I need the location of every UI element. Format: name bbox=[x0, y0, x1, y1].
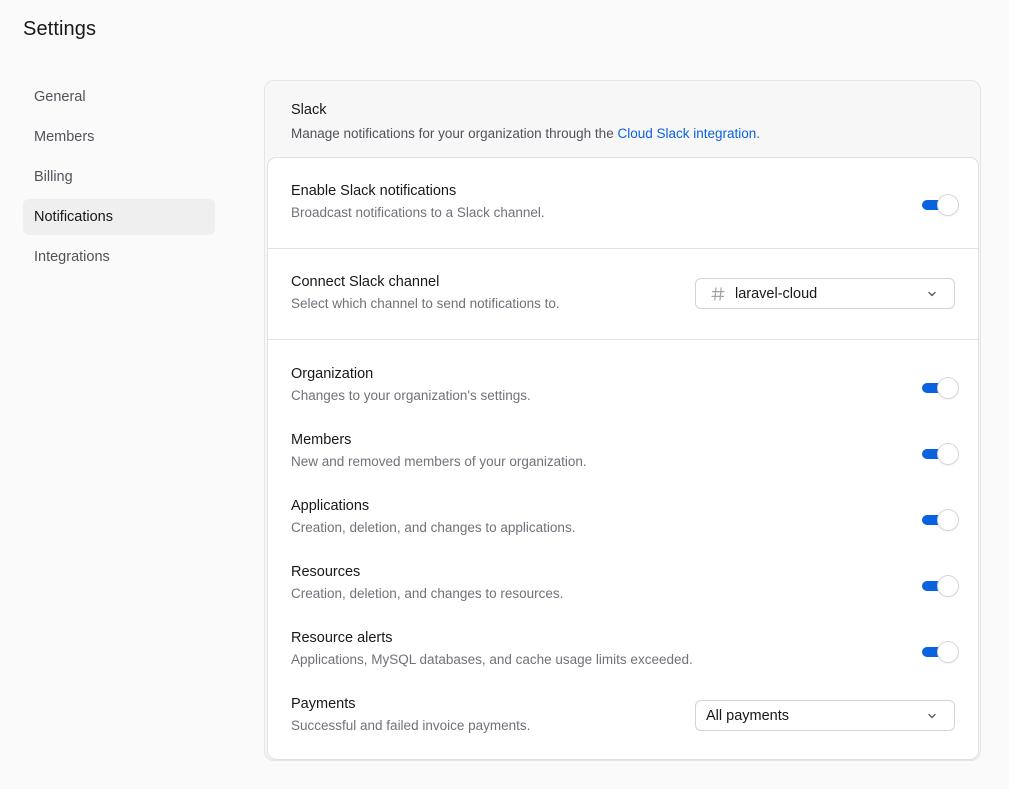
members-toggle[interactable] bbox=[922, 444, 958, 464]
hash-icon bbox=[711, 286, 725, 301]
sidebar-item-notifications[interactable]: Notifications bbox=[23, 199, 215, 235]
event-description: Changes to your organization's settings. bbox=[291, 388, 531, 403]
enable-slack-title: Enable Slack notifications bbox=[291, 183, 457, 199]
chevron-down-icon bbox=[928, 291, 936, 296]
organization-toggle[interactable] bbox=[922, 378, 958, 398]
cloud-slack-integration-link[interactable]: Cloud Slack integration bbox=[617, 126, 756, 141]
event-description: New and removed members of your organiza… bbox=[291, 454, 587, 469]
payments-select-value: All payments bbox=[706, 707, 790, 724]
slack-panel-description: Manage notifications for your organizati… bbox=[291, 126, 760, 141]
event-title: Applications bbox=[291, 498, 370, 514]
payments-select[interactable]: All payments bbox=[695, 700, 955, 731]
toggle-knob bbox=[938, 195, 958, 215]
slack-panel-header: Slack Manage notifications for your orga… bbox=[291, 102, 760, 141]
sidebar-item-general[interactable]: General bbox=[23, 79, 215, 115]
sidebar-item-members[interactable]: Members bbox=[23, 119, 215, 155]
sidebar-item-integrations[interactable]: Integrations bbox=[23, 239, 215, 275]
event-row-resources: Resources Creation, deletion, and change… bbox=[291, 564, 958, 608]
enable-slack-toggle[interactable] bbox=[922, 195, 958, 215]
sidebar-item-billing[interactable]: Billing bbox=[23, 159, 215, 195]
slack-settings-card: Enable Slack notifications Broadcast not… bbox=[267, 157, 979, 760]
event-title: Resources bbox=[291, 564, 361, 580]
event-description: Creation, deletion, and changes to resou… bbox=[291, 586, 564, 601]
divider bbox=[268, 339, 978, 340]
toggle-knob bbox=[938, 444, 958, 464]
event-description: Applications, MySQL databases, and cache… bbox=[291, 652, 693, 667]
event-row-applications: Applications Creation, deletion, and cha… bbox=[291, 498, 958, 542]
event-description: Creation, deletion, and changes to appli… bbox=[291, 520, 576, 535]
slack-description-suffix: . bbox=[756, 126, 761, 141]
divider bbox=[268, 248, 978, 249]
page-title: Settings bbox=[23, 18, 97, 40]
event-title: Organization bbox=[291, 366, 374, 382]
connect-channel-row: Connect Slack channel Select which chann… bbox=[291, 274, 958, 318]
enable-slack-row: Enable Slack notifications Broadcast not… bbox=[291, 183, 958, 227]
settings-sidebar: General Members Billing Notifications In… bbox=[23, 79, 215, 279]
resources-toggle[interactable] bbox=[922, 576, 958, 596]
chevron-down-icon bbox=[928, 713, 936, 718]
slack-channel-select[interactable]: laravel-cloud bbox=[695, 278, 955, 309]
event-row-resource-alerts: Resource alerts Applications, MySQL data… bbox=[291, 630, 958, 674]
slack-panel: Slack Manage notifications for your orga… bbox=[264, 80, 981, 761]
slack-channel-value: laravel-cloud bbox=[735, 285, 818, 302]
enable-slack-description: Broadcast notifications to a Slack chann… bbox=[291, 205, 545, 220]
event-row-payments: Payments Successful and failed invoice p… bbox=[291, 696, 958, 740]
slack-description-text: Manage notifications for your organizati… bbox=[291, 126, 618, 141]
slack-panel-title: Slack bbox=[291, 102, 327, 118]
toggle-knob bbox=[938, 510, 958, 530]
toggle-knob bbox=[938, 576, 958, 596]
toggle-knob bbox=[938, 378, 958, 398]
event-title: Members bbox=[291, 432, 352, 448]
event-row-members: Members New and removed members of your … bbox=[291, 432, 958, 476]
applications-toggle[interactable] bbox=[922, 510, 958, 530]
event-title: Resource alerts bbox=[291, 630, 393, 646]
event-row-organization: Organization Changes to your organizatio… bbox=[291, 366, 958, 410]
toggle-knob bbox=[938, 642, 958, 662]
resource-alerts-toggle[interactable] bbox=[922, 642, 958, 662]
